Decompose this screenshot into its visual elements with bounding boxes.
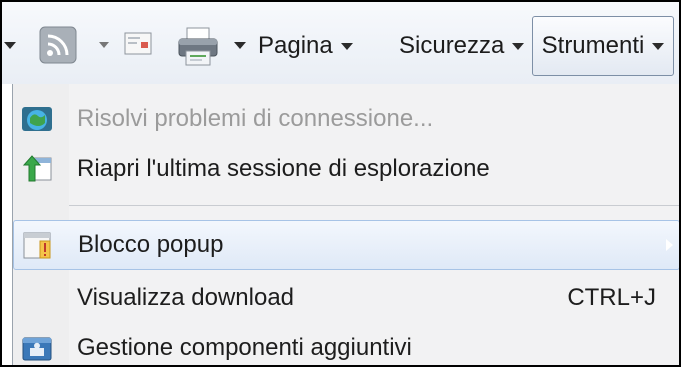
menu-item-manage-addons[interactable]: Gestione componenti aggiuntivi xyxy=(13,323,679,365)
feeds-dropdown-caret[interactable] xyxy=(99,42,109,48)
tools-dropdown-menu: Risolvi problemi di connessione... Riapr… xyxy=(12,84,679,365)
menu-item-view-downloads[interactable]: Visualizza download CTRL+J xyxy=(13,273,679,323)
network-diagnostics-icon xyxy=(22,107,52,131)
rss-feed-icon xyxy=(39,26,77,64)
menu-item-shortcut: CTRL+J xyxy=(567,284,656,311)
chevron-down-icon xyxy=(340,42,353,50)
command-bar: Pagina Sicurezza Strumenti xyxy=(2,2,679,84)
read-mail-button[interactable] xyxy=(124,31,154,57)
menu-item-label: Risolvi problemi di connessione... xyxy=(77,105,434,132)
menu-item-popup-blocker[interactable]: Blocco popup xyxy=(13,220,679,270)
menu-separator xyxy=(69,205,679,206)
page-menu-label: Pagina xyxy=(258,32,333,59)
chevron-down-icon xyxy=(512,42,525,50)
security-menu-button[interactable]: Sicurezza xyxy=(399,32,525,60)
chevron-down-icon xyxy=(4,42,16,49)
submenu-arrow-icon xyxy=(666,239,673,251)
print-dropdown-caret[interactable] xyxy=(234,42,246,49)
addons-icon xyxy=(22,337,52,361)
popup-blocker-icon xyxy=(23,232,51,259)
menu-item-fix-connection[interactable]: Risolvi problemi di connessione... xyxy=(13,94,679,144)
tools-menu-label: Strumenti xyxy=(541,32,645,59)
page-menu-button[interactable]: Pagina xyxy=(258,32,353,60)
reopen-session-icon xyxy=(22,155,52,182)
menu-item-label: Riapri l'ultima sessione di esplorazione xyxy=(77,155,490,182)
chevron-down-icon xyxy=(234,42,246,49)
menu-item-label: Gestione componenti aggiuntivi xyxy=(77,334,412,361)
home-dropdown-caret[interactable] xyxy=(4,42,16,49)
ie-window-crop: Pagina Sicurezza Strumenti Risolvi probl… xyxy=(0,0,681,367)
chevron-down-icon xyxy=(99,42,109,48)
security-menu-label: Sicurezza xyxy=(399,32,505,59)
printer-icon xyxy=(178,27,218,66)
menu-item-reopen-session[interactable]: Riapri l'ultima sessione di esplorazione xyxy=(13,144,679,194)
chevron-down-icon xyxy=(652,42,665,50)
read-mail-icon xyxy=(124,32,152,55)
tools-menu-button[interactable]: Strumenti xyxy=(532,16,674,76)
feeds-button[interactable] xyxy=(38,25,78,65)
menu-item-label: Blocco popup xyxy=(78,231,224,258)
menu-item-label: Visualizza download xyxy=(77,284,295,311)
print-button[interactable] xyxy=(176,26,220,68)
